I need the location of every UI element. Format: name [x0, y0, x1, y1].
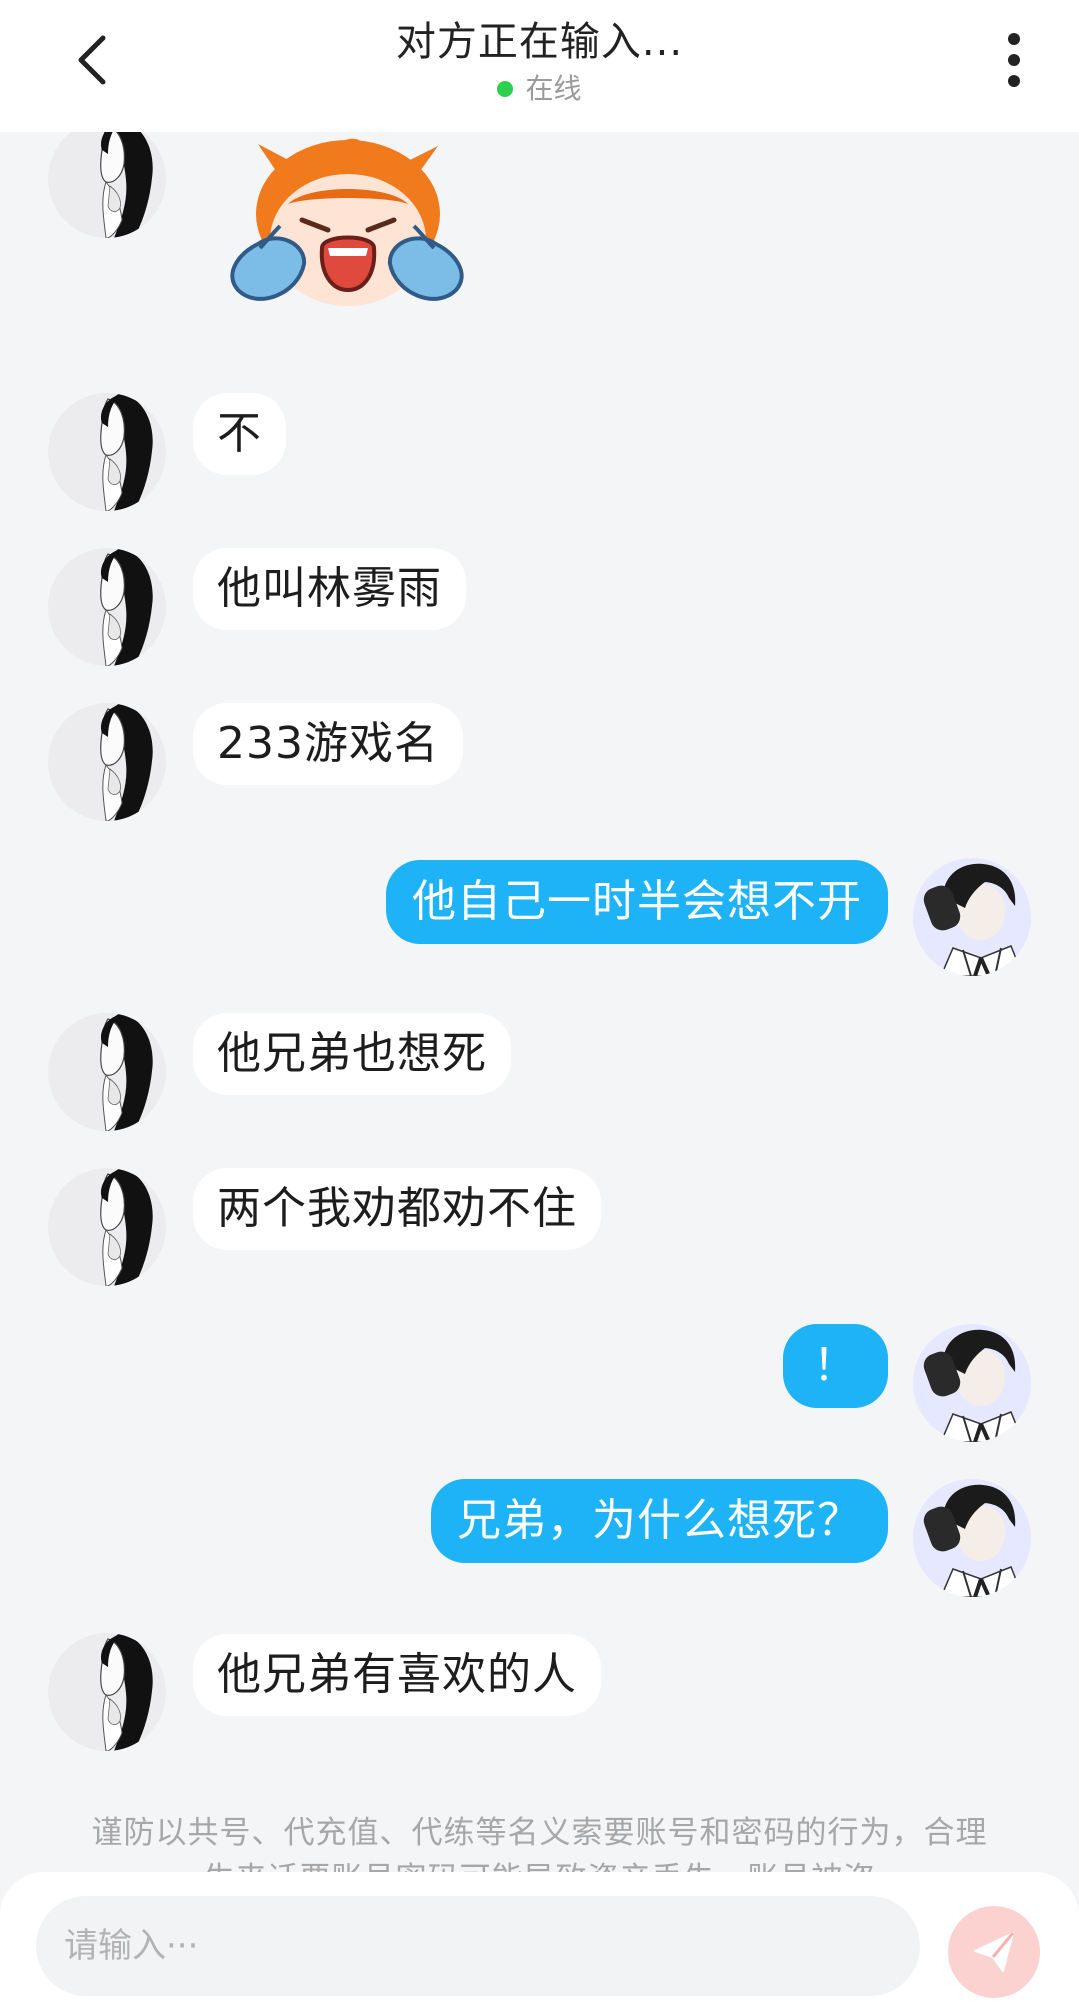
paper-plane-icon: [974, 1932, 1015, 1972]
user-avatar[interactable]: [913, 858, 1031, 976]
send-button[interactable]: [948, 1906, 1040, 1998]
message-input[interactable]: [36, 1896, 920, 1996]
message-bubble-received[interactable]: 两个我劝都劝不住: [193, 1168, 601, 1250]
message-bubble-sent[interactable]: 他自己一时半会想不开: [386, 860, 888, 944]
chat-title: 对方正在输入...: [395, 19, 684, 65]
message-bubble-received[interactable]: 他兄弟有喜欢的人: [193, 1634, 601, 1716]
message-bubble-sent[interactable]: 兄弟，为什么想死？: [431, 1479, 888, 1563]
contact-avatar[interactable]: [48, 548, 166, 666]
message-bubble-received[interactable]: 他叫林雾雨: [193, 548, 466, 630]
contact-avatar[interactable]: [48, 1633, 166, 1751]
contact-avatar[interactable]: [48, 703, 166, 821]
contact-avatar[interactable]: [48, 120, 166, 238]
online-status: 在线: [200, 72, 879, 106]
user-avatar[interactable]: [913, 1479, 1031, 1597]
contact-avatar[interactable]: [48, 393, 166, 511]
user-avatar[interactable]: [913, 1324, 1031, 1442]
message-bubble-received[interactable]: 233游戏名: [193, 703, 463, 785]
message-bubble-received[interactable]: 他兄弟也想死: [193, 1013, 511, 1095]
message-bubble-sent[interactable]: ！: [783, 1324, 888, 1408]
chevron-left-icon: [78, 35, 106, 85]
back-button[interactable]: [62, 28, 122, 92]
contact-avatar[interactable]: [48, 1013, 166, 1131]
crying-cartoon-sticker[interactable]: [218, 134, 476, 324]
message-input-bar: [0, 1872, 1079, 2012]
contact-avatar[interactable]: [48, 1168, 166, 1286]
online-status-label: 在线: [525, 72, 582, 105]
more-menu-button[interactable]: [989, 28, 1039, 92]
more-vertical-icon: [1008, 33, 1020, 87]
title-area: 对方正在输入... 在线: [200, 14, 879, 106]
message-bubble-received[interactable]: 不: [193, 393, 286, 475]
online-dot-icon: [497, 81, 514, 97]
chat-header: 对方正在输入... 在线: [0, 0, 1079, 132]
